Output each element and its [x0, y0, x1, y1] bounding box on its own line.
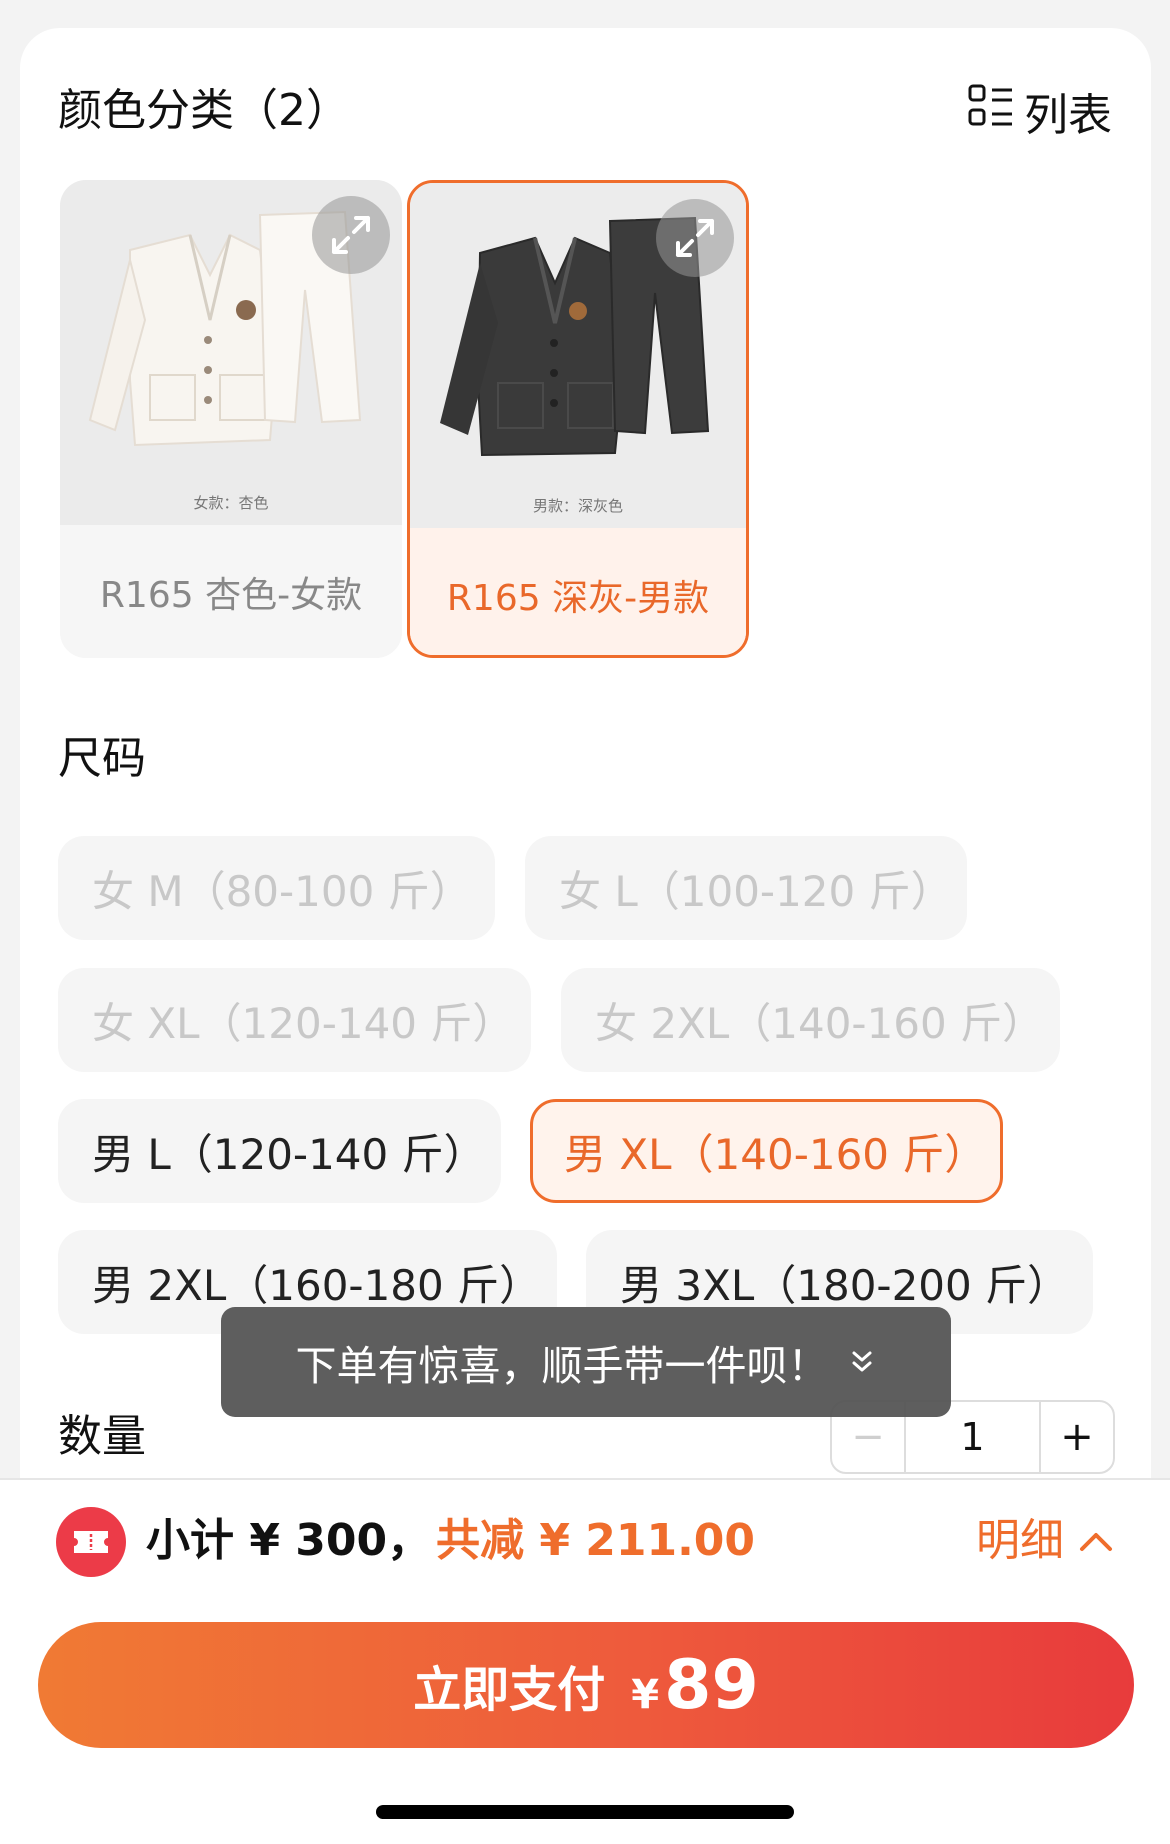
subtotal-text: 小计 ¥ 300， — [146, 1515, 432, 1566]
expand-image-button[interactable] — [656, 199, 734, 277]
variant-name: R165 杏色-女款 — [60, 525, 402, 658]
double-chevron-down-icon — [852, 1351, 871, 1372]
color-section-title: 颜色分类（2） — [58, 85, 350, 136]
list-view-toggle[interactable]: 列表 — [966, 84, 1112, 141]
sku-selector-screen: 颜色分类（2） 列表 女款：杏色 R165 杏色-女款 男款：深灰色 R165 … — [0, 0, 1170, 1844]
pay-now-button[interactable]: 立即支付 ¥ 89 — [38, 1622, 1134, 1748]
product-image-caption: 男款：深灰色 — [532, 497, 623, 515]
expand-icon — [676, 219, 714, 257]
list-toggle-label: 列表 — [1024, 90, 1112, 141]
promo-toast-text: 下单有惊喜，顺手带一件呗！ — [295, 1342, 829, 1390]
product-image-darkgray: 男款：深灰色 — [410, 183, 746, 528]
product-image-apricot: 女款：杏色 — [60, 180, 402, 525]
list-grid-icon — [966, 81, 1016, 142]
color-variant-darkgray-men[interactable]: 男款：深灰色 R165 深灰-男款 — [407, 180, 749, 658]
promo-toast[interactable]: 下单有惊喜，顺手带一件呗！ — [221, 1307, 951, 1417]
price-detail-label: 明细 — [976, 1515, 1064, 1566]
size-option-women-xl[interactable]: 女 XL（120-140 斤） — [58, 968, 531, 1072]
pay-button-label: 立即支付 — [413, 1662, 606, 1718]
size-section-title: 尺码 — [58, 733, 146, 784]
home-indicator — [376, 1805, 794, 1819]
size-option-women-2xl[interactable]: 女 2XL（140-160 斤） — [561, 968, 1060, 1072]
pay-currency: ¥ — [631, 1671, 660, 1718]
color-variant-apricot-women[interactable]: 女款：杏色 R165 杏色-女款 — [60, 180, 402, 658]
size-option-men-xl[interactable]: 男 XL（140-160 斤） — [530, 1099, 1003, 1203]
size-option-women-m[interactable]: 女 M（80-100 斤） — [58, 836, 495, 940]
pay-amount: 89 — [664, 1645, 759, 1725]
discount-text: 共减 ¥ 211.00 — [436, 1515, 756, 1566]
product-image-caption: 女款：杏色 — [193, 494, 269, 512]
coupon-icon — [56, 1507, 126, 1577]
chevron-up-icon — [1080, 1533, 1112, 1551]
quantity-increment-button[interactable]: + — [1041, 1402, 1113, 1472]
size-option-men-l[interactable]: 男 L（120-140 斤） — [58, 1099, 501, 1203]
checkout-bar: 小计 ¥ 300， 共减 ¥ 211.00 明细 立即支付 ¥ 89 — [0, 1478, 1170, 1844]
quantity-title: 数量 — [58, 1411, 146, 1462]
expand-icon — [332, 216, 370, 254]
variant-name: R165 深灰-男款 — [410, 528, 746, 655]
price-detail-toggle[interactable]: 明细 — [976, 1510, 1114, 1572]
pay-button-price: ¥ 89 — [631, 1646, 759, 1725]
size-option-women-l[interactable]: 女 L（100-120 斤） — [525, 836, 967, 940]
expand-image-button[interactable] — [312, 196, 390, 274]
